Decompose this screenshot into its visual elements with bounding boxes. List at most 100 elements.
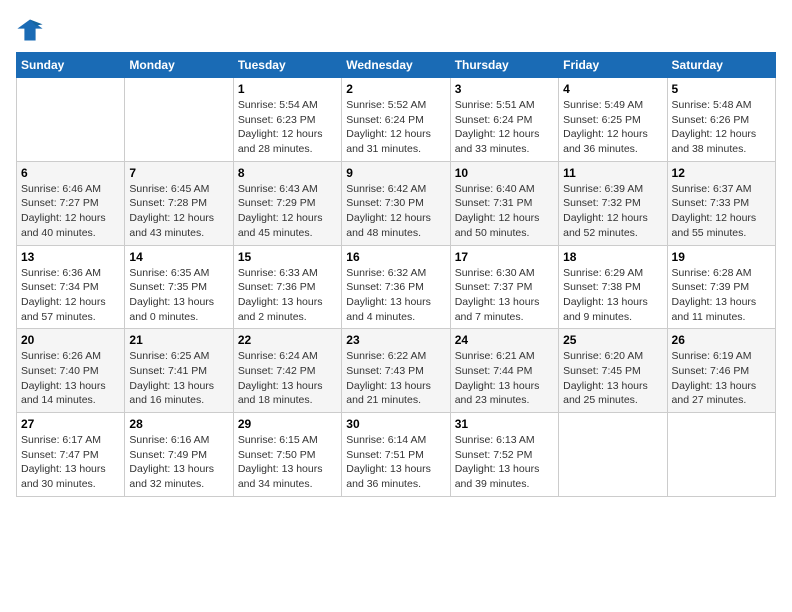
logo-bird-icon bbox=[16, 16, 44, 44]
calendar-cell: 23 Sunrise: 6:22 AMSunset: 7:43 PMDayligh… bbox=[342, 329, 450, 413]
day-number: 19 bbox=[672, 250, 771, 264]
day-info: Sunrise: 5:48 AMSunset: 6:26 PMDaylight:… bbox=[672, 98, 771, 157]
calendar-cell: 9 Sunrise: 6:42 AMSunset: 7:30 PMDaylight… bbox=[342, 161, 450, 245]
calendar-cell: 8 Sunrise: 6:43 AMSunset: 7:29 PMDaylight… bbox=[233, 161, 341, 245]
day-number: 7 bbox=[129, 166, 228, 180]
calendar-cell: 28 Sunrise: 6:16 AMSunset: 7:49 PMDayligh… bbox=[125, 413, 233, 497]
day-number: 18 bbox=[563, 250, 662, 264]
day-info: Sunrise: 5:49 AMSunset: 6:25 PMDaylight:… bbox=[563, 98, 662, 157]
day-number: 25 bbox=[563, 333, 662, 347]
day-number: 27 bbox=[21, 417, 120, 431]
day-info: Sunrise: 6:42 AMSunset: 7:30 PMDaylight:… bbox=[346, 182, 445, 241]
calendar-cell: 19 Sunrise: 6:28 AMSunset: 7:39 PMDayligh… bbox=[667, 245, 775, 329]
day-info: Sunrise: 6:37 AMSunset: 7:33 PMDaylight:… bbox=[672, 182, 771, 241]
calendar-cell: 7Sunrise: 6:45 AMSunset: 7:28 PMDaylight… bbox=[125, 161, 233, 245]
day-number: 8 bbox=[238, 166, 337, 180]
calendar-header-row: SundayMondayTuesdayWednesdayThursdayFrid… bbox=[17, 53, 776, 78]
calendar-cell: 29 Sunrise: 6:15 AMSunset: 7:50 PMDayligh… bbox=[233, 413, 341, 497]
calendar-cell: 22 Sunrise: 6:24 AMSunset: 7:42 PMDayligh… bbox=[233, 329, 341, 413]
day-info: Sunrise: 6:13 AMSunset: 7:52 PMDaylight:… bbox=[455, 433, 554, 492]
calendar-cell: 18 Sunrise: 6:29 AMSunset: 7:38 PMDayligh… bbox=[559, 245, 667, 329]
calendar-cell: 1 Sunrise: 5:54 AMSunset: 6:23 PMDaylight… bbox=[233, 78, 341, 162]
calendar-week-row: 1 Sunrise: 5:54 AMSunset: 6:23 PMDaylight… bbox=[17, 78, 776, 162]
day-number: 1 bbox=[238, 82, 337, 96]
day-of-week-header: Tuesday bbox=[233, 53, 341, 78]
day-number: 6 bbox=[21, 166, 120, 180]
calendar-cell bbox=[667, 413, 775, 497]
day-info: Sunrise: 6:25 AMSunset: 7:41 PMDaylight:… bbox=[129, 349, 228, 408]
calendar-cell: 30Sunrise: 6:14 AMSunset: 7:51 PMDayligh… bbox=[342, 413, 450, 497]
day-info: Sunrise: 6:17 AMSunset: 7:47 PMDaylight:… bbox=[21, 433, 120, 492]
day-info: Sunrise: 6:30 AMSunset: 7:37 PMDaylight:… bbox=[455, 266, 554, 325]
calendar-cell: 3 Sunrise: 5:51 AMSunset: 6:24 PMDaylight… bbox=[450, 78, 558, 162]
calendar-cell: 26 Sunrise: 6:19 AMSunset: 7:46 PMDayligh… bbox=[667, 329, 775, 413]
day-number: 17 bbox=[455, 250, 554, 264]
day-info: Sunrise: 6:15 AMSunset: 7:50 PMDaylight:… bbox=[238, 433, 337, 492]
day-number: 15 bbox=[238, 250, 337, 264]
calendar-week-row: 13 Sunrise: 6:36 AMSunset: 7:34 PMDayligh… bbox=[17, 245, 776, 329]
calendar-table: SundayMondayTuesdayWednesdayThursdayFrid… bbox=[16, 52, 776, 497]
day-number: 20 bbox=[21, 333, 120, 347]
day-number: 13 bbox=[21, 250, 120, 264]
calendar-cell: 14 Sunrise: 6:35 AMSunset: 7:35 PMDayligh… bbox=[125, 245, 233, 329]
day-info: Sunrise: 6:43 AMSunset: 7:29 PMDaylight:… bbox=[238, 182, 337, 241]
day-number: 28 bbox=[129, 417, 228, 431]
day-info: Sunrise: 6:35 AMSunset: 7:35 PMDaylight:… bbox=[129, 266, 228, 325]
calendar-cell: 25Sunrise: 6:20 AMSunset: 7:45 PMDayligh… bbox=[559, 329, 667, 413]
day-of-week-header: Monday bbox=[125, 53, 233, 78]
day-info: Sunrise: 6:14 AMSunset: 7:51 PMDaylight:… bbox=[346, 433, 445, 492]
calendar-cell: 11Sunrise: 6:39 AMSunset: 7:32 PMDayligh… bbox=[559, 161, 667, 245]
calendar-cell: 13 Sunrise: 6:36 AMSunset: 7:34 PMDayligh… bbox=[17, 245, 125, 329]
day-number: 16 bbox=[346, 250, 445, 264]
day-info: Sunrise: 6:39 AMSunset: 7:32 PMDaylight:… bbox=[563, 182, 662, 241]
calendar-cell: 15Sunrise: 6:33 AMSunset: 7:36 PMDayligh… bbox=[233, 245, 341, 329]
day-info: Sunrise: 6:16 AMSunset: 7:49 PMDaylight:… bbox=[129, 433, 228, 492]
day-number: 26 bbox=[672, 333, 771, 347]
calendar-cell: 16 Sunrise: 6:32 AMSunset: 7:36 PMDayligh… bbox=[342, 245, 450, 329]
day-number: 9 bbox=[346, 166, 445, 180]
day-number: 12 bbox=[672, 166, 771, 180]
day-number: 4 bbox=[563, 82, 662, 96]
calendar-cell: 10 Sunrise: 6:40 AMSunset: 7:31 PMDayligh… bbox=[450, 161, 558, 245]
day-info: Sunrise: 6:28 AMSunset: 7:39 PMDaylight:… bbox=[672, 266, 771, 325]
day-number: 2 bbox=[346, 82, 445, 96]
day-info: Sunrise: 5:54 AMSunset: 6:23 PMDaylight:… bbox=[238, 98, 337, 157]
day-info: Sunrise: 6:29 AMSunset: 7:38 PMDaylight:… bbox=[563, 266, 662, 325]
day-number: 3 bbox=[455, 82, 554, 96]
day-info: Sunrise: 6:24 AMSunset: 7:42 PMDaylight:… bbox=[238, 349, 337, 408]
day-number: 5 bbox=[672, 82, 771, 96]
day-info: Sunrise: 6:22 AMSunset: 7:43 PMDaylight:… bbox=[346, 349, 445, 408]
calendar-cell: 4 Sunrise: 5:49 AMSunset: 6:25 PMDaylight… bbox=[559, 78, 667, 162]
day-info: Sunrise: 6:19 AMSunset: 7:46 PMDaylight:… bbox=[672, 349, 771, 408]
calendar-cell: 2Sunrise: 5:52 AMSunset: 6:24 PMDaylight… bbox=[342, 78, 450, 162]
calendar-cell bbox=[125, 78, 233, 162]
calendar-cell: 27 Sunrise: 6:17 AMSunset: 7:47 PMDayligh… bbox=[17, 413, 125, 497]
calendar-cell bbox=[17, 78, 125, 162]
calendar-cell: 21 Sunrise: 6:25 AMSunset: 7:41 PMDayligh… bbox=[125, 329, 233, 413]
calendar-week-row: 27 Sunrise: 6:17 AMSunset: 7:47 PMDayligh… bbox=[17, 413, 776, 497]
calendar-cell: 6 Sunrise: 6:46 AMSunset: 7:27 PMDaylight… bbox=[17, 161, 125, 245]
calendar-cell: 12 Sunrise: 6:37 AMSunset: 7:33 PMDayligh… bbox=[667, 161, 775, 245]
calendar-cell: 5 Sunrise: 5:48 AMSunset: 6:26 PMDaylight… bbox=[667, 78, 775, 162]
day-number: 22 bbox=[238, 333, 337, 347]
day-number: 31 bbox=[455, 417, 554, 431]
day-number: 23 bbox=[346, 333, 445, 347]
day-number: 24 bbox=[455, 333, 554, 347]
day-of-week-header: Saturday bbox=[667, 53, 775, 78]
day-number: 21 bbox=[129, 333, 228, 347]
day-number: 10 bbox=[455, 166, 554, 180]
day-info: Sunrise: 5:51 AMSunset: 6:24 PMDaylight:… bbox=[455, 98, 554, 157]
day-info: Sunrise: 6:46 AMSunset: 7:27 PMDaylight:… bbox=[21, 182, 120, 241]
day-number: 29 bbox=[238, 417, 337, 431]
day-info: Sunrise: 6:26 AMSunset: 7:40 PMDaylight:… bbox=[21, 349, 120, 408]
day-number: 14 bbox=[129, 250, 228, 264]
calendar-cell bbox=[559, 413, 667, 497]
day-info: Sunrise: 6:36 AMSunset: 7:34 PMDaylight:… bbox=[21, 266, 120, 325]
day-of-week-header: Friday bbox=[559, 53, 667, 78]
calendar-cell: 24Sunrise: 6:21 AMSunset: 7:44 PMDayligh… bbox=[450, 329, 558, 413]
day-info: Sunrise: 6:40 AMSunset: 7:31 PMDaylight:… bbox=[455, 182, 554, 241]
calendar-week-row: 20 Sunrise: 6:26 AMSunset: 7:40 PMDayligh… bbox=[17, 329, 776, 413]
day-info: Sunrise: 6:32 AMSunset: 7:36 PMDaylight:… bbox=[346, 266, 445, 325]
calendar-cell: 31 Sunrise: 6:13 AMSunset: 7:52 PMDayligh… bbox=[450, 413, 558, 497]
day-of-week-header: Thursday bbox=[450, 53, 558, 78]
